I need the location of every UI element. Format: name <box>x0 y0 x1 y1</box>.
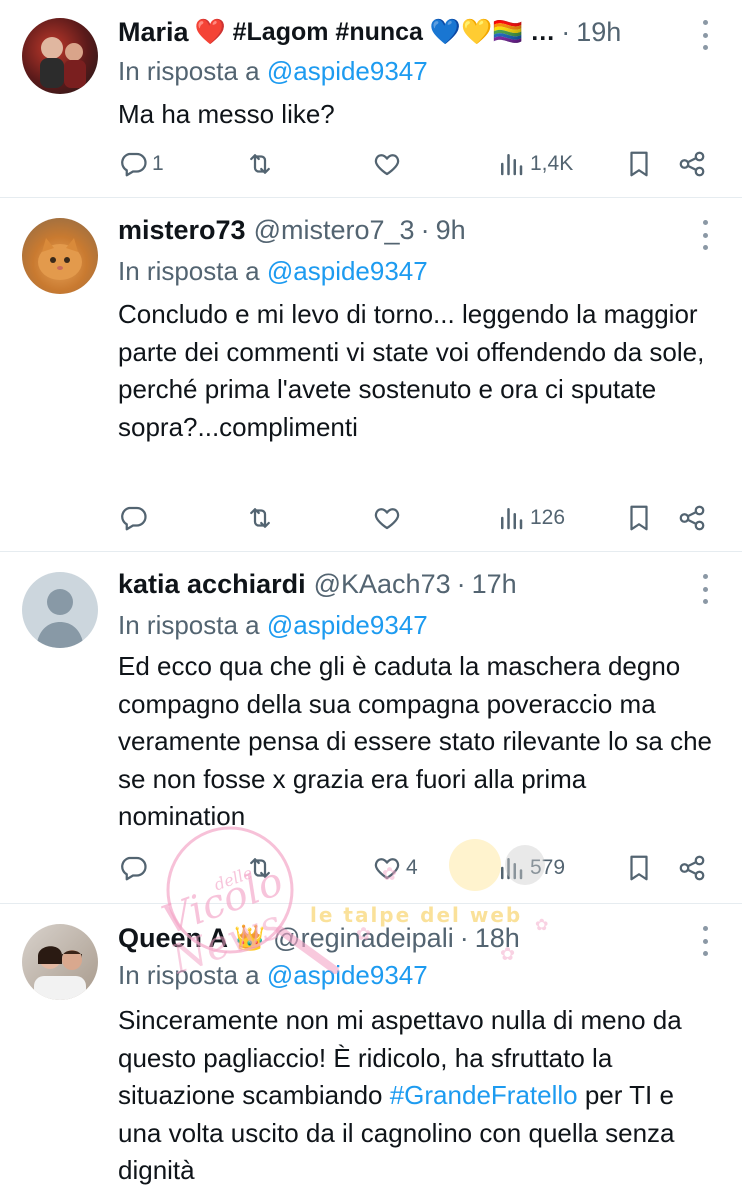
retweet-button[interactable] <box>245 848 275 888</box>
action-bar: 126 <box>0 498 742 538</box>
reply-context: In risposta a @aspide9347 <box>118 56 428 87</box>
tweet-3[interactable]: katia acchiardi @KAach73 · 17h In rispos… <box>0 552 742 904</box>
tweet-header: mistero73 @mistero7_3 · 9h <box>118 212 702 248</box>
reply-prefix: In risposta a <box>118 256 260 286</box>
timestamp[interactable]: 9h <box>436 215 466 246</box>
default-avatar-icon <box>36 589 84 648</box>
heart-icon <box>374 508 400 530</box>
reply-context: In risposta a @aspide9347 <box>118 610 428 641</box>
bookmark-button[interactable] <box>624 498 654 538</box>
views-icon <box>501 508 523 530</box>
reply-mention-link[interactable]: @aspide9347 <box>267 56 428 86</box>
reply-icon <box>121 856 147 881</box>
avatar[interactable] <box>22 18 98 94</box>
like-count: 4 <box>406 856 418 879</box>
like-button[interactable]: 4 <box>372 848 418 888</box>
views-button[interactable]: 579 <box>496 848 565 888</box>
share-button[interactable] <box>677 498 707 538</box>
user-handle[interactable]: @reginadeipali <box>273 923 454 954</box>
views-icon <box>501 154 523 176</box>
separator-dot: · <box>561 16 571 47</box>
reply-icon <box>121 506 147 531</box>
bookmark-icon <box>630 151 648 177</box>
share-icon <box>679 855 705 881</box>
share-button[interactable] <box>677 848 707 888</box>
action-bar: 1 1,4K <box>0 144 742 184</box>
display-name[interactable]: katia acchiardi <box>118 569 306 600</box>
like-button[interactable] <box>372 144 402 184</box>
crown-emoji: 👑 <box>234 923 266 952</box>
retweet-button[interactable] <box>245 498 275 538</box>
display-name[interactable]: Maria <box>118 17 189 48</box>
bookmark-button[interactable] <box>624 144 654 184</box>
timestamp[interactable]: 17h <box>472 569 517 600</box>
views-count: 579 <box>530 856 566 879</box>
display-name[interactable]: mistero73 <box>118 215 246 246</box>
tweet-text: Ed ecco qua che gli è caduta la maschera… <box>118 651 713 831</box>
reply-mention-link[interactable]: @aspide9347 <box>267 610 428 640</box>
tweet-text: Sinceramente non mi aspettavo nulla di m… <box>118 1002 718 1190</box>
share-button[interactable] <box>677 144 707 184</box>
reply-context: In risposta a @aspide9347 <box>118 256 428 287</box>
more-options-icon[interactable] <box>698 220 712 250</box>
separator-dot: · <box>456 568 466 599</box>
retweet-icon <box>250 508 270 528</box>
more-options-icon[interactable] <box>698 574 712 604</box>
reply-button[interactable] <box>118 498 148 538</box>
avatar[interactable] <box>22 218 98 294</box>
user-handle[interactable]: @mistero7_3 <box>254 215 415 246</box>
avatar[interactable] <box>22 924 98 1000</box>
tweet-4[interactable]: Queen A 👑 @reginadeipali · 18h In rispos… <box>0 904 742 1200</box>
tweet-2[interactable]: mistero73 @mistero7_3 · 9h In risposta a… <box>0 198 742 552</box>
tweet-text: Ma ha messo like? <box>118 99 335 129</box>
views-button[interactable]: 1,4K <box>496 144 573 184</box>
tweet-text: Concludo e mi levo di torno... leggendo … <box>118 299 705 442</box>
retweet-icon <box>250 154 270 174</box>
action-bar: 4 579 <box>0 848 742 888</box>
hashtag-link[interactable]: #GrandeFratello <box>390 1080 578 1110</box>
reply-prefix: In risposta a <box>118 960 260 990</box>
timestamp[interactable]: 19h <box>576 17 621 48</box>
more-options-icon[interactable] <box>698 20 712 50</box>
like-button[interactable] <box>372 498 402 538</box>
share-icon <box>679 505 705 531</box>
bookmark-button[interactable] <box>624 848 654 888</box>
reply-prefix: In risposta a <box>118 610 260 640</box>
bookmark-icon <box>630 855 648 881</box>
reply-count: 1 <box>152 152 164 175</box>
views-count: 126 <box>530 506 566 529</box>
views-count: 1,4K <box>530 152 574 175</box>
tweet-header: katia acchiardi @KAach73 · 17h <box>118 566 702 602</box>
reply-button[interactable] <box>118 848 148 888</box>
tweet-header: Maria ❤️ #Lagom #nunca 💙💛🏳️‍🌈 … · 19h <box>118 14 702 50</box>
views-button[interactable]: 126 <box>496 498 565 538</box>
reply-mention-link[interactable]: @aspide9347 <box>267 960 428 990</box>
timestamp[interactable]: 18h <box>475 923 520 954</box>
reply-icon <box>121 152 147 177</box>
separator-dot: · <box>420 214 430 245</box>
user-handle[interactable]: @KAach73 <box>314 569 451 600</box>
bookmark-icon <box>630 505 648 531</box>
tweet-header: Queen A 👑 @reginadeipali · 18h <box>118 920 702 956</box>
more-options-icon[interactable] <box>698 926 712 956</box>
heart-icon <box>374 858 400 880</box>
reply-button[interactable]: 1 <box>118 144 164 184</box>
separator-dot: · <box>459 922 469 953</box>
tweet-1[interactable]: Maria ❤️ #Lagom #nunca 💙💛🏳️‍🌈 … · 19h In… <box>0 0 742 198</box>
name-emojis: ❤️ #Lagom #nunca 💙💛🏳️‍🌈 … <box>194 17 556 46</box>
reply-prefix: In risposta a <box>118 56 260 86</box>
reply-context: In risposta a @aspide9347 <box>118 960 428 991</box>
views-icon <box>501 858 523 880</box>
display-name[interactable]: Queen A <box>118 923 228 954</box>
avatar[interactable] <box>22 572 98 648</box>
heart-icon <box>374 154 400 176</box>
share-icon <box>679 151 705 177</box>
retweet-icon <box>250 858 270 878</box>
retweet-button[interactable] <box>245 144 275 184</box>
reply-mention-link[interactable]: @aspide9347 <box>267 256 428 286</box>
